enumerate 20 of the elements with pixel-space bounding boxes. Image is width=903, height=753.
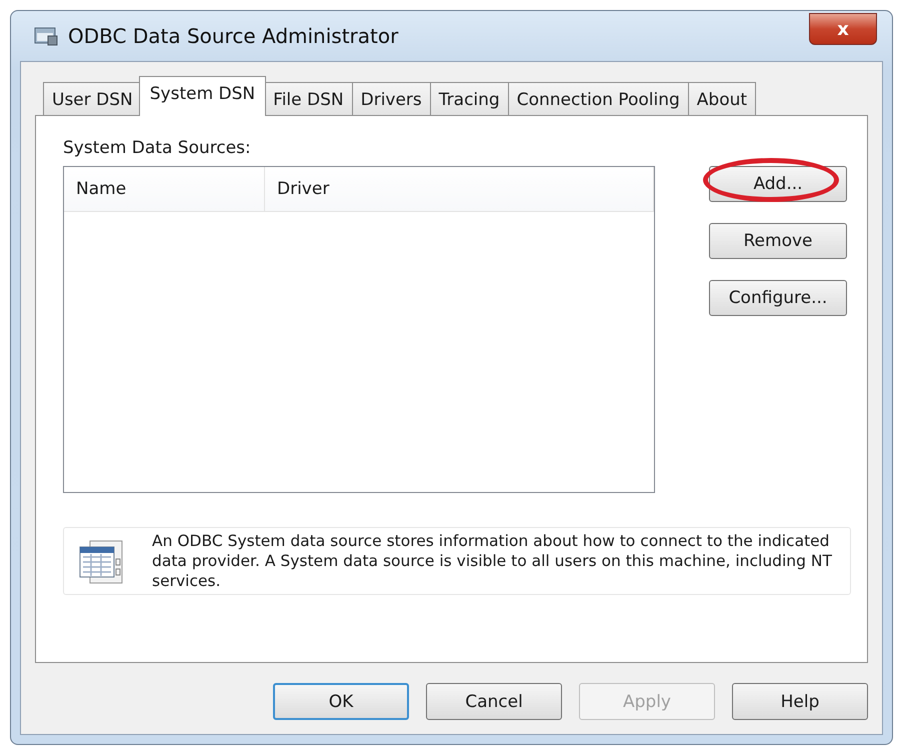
column-header[interactable]: Name [64,167,265,211]
tab[interactable]: User DSN [43,82,142,116]
app-icon [34,26,58,46]
info-text: An ODBC System data source stores information about how to connect to the indicated data provider. A System data source is visible to all users on this machine, including NT services. [152,531,833,591]
close-button[interactable]: x [809,13,877,45]
side-button[interactable]: Configure... [709,280,847,316]
data-source-list[interactable]: Name Driver [63,166,655,493]
dialog-button[interactable]: OK [273,683,409,720]
tab[interactable]: Tracing [430,82,509,116]
tab[interactable]: System DSN [138,76,266,116]
tab[interactable]: About [688,82,756,116]
list-label: System Data Sources: [63,138,252,158]
dialog-button[interactable]: Help [732,683,868,720]
dialog-button[interactable]: Cancel [426,683,562,720]
side-button[interactable]: Remove [709,223,847,259]
tab[interactable]: Connection Pooling [508,82,689,116]
tab[interactable]: File DSN [264,82,353,116]
column-header[interactable]: Driver [265,167,654,211]
tab[interactable]: Drivers [352,82,431,116]
window-title: ODBC Data Source Administrator [68,24,398,48]
